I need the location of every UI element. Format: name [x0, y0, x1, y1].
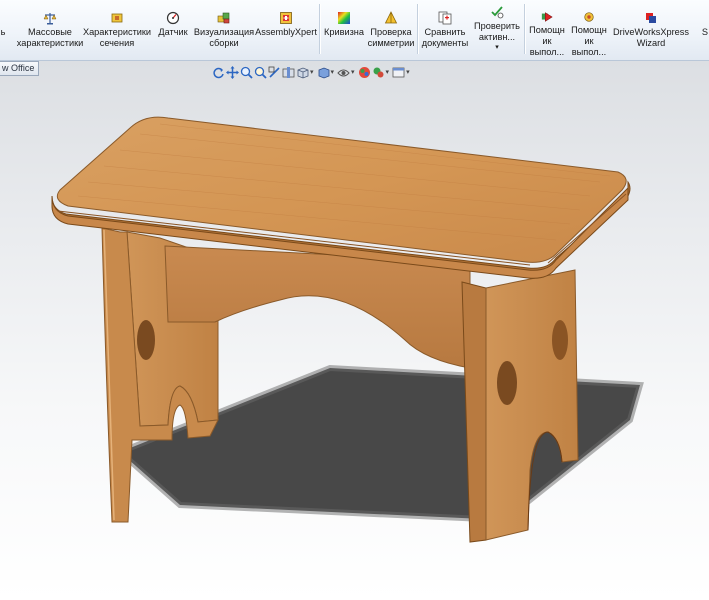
- leg-hand-hole-right: [497, 361, 517, 405]
- leg-hand-hole-back: [137, 320, 155, 360]
- stool-model-view[interactable]: [0, 0, 709, 600]
- leg-hand-hole-right-back: [552, 320, 568, 360]
